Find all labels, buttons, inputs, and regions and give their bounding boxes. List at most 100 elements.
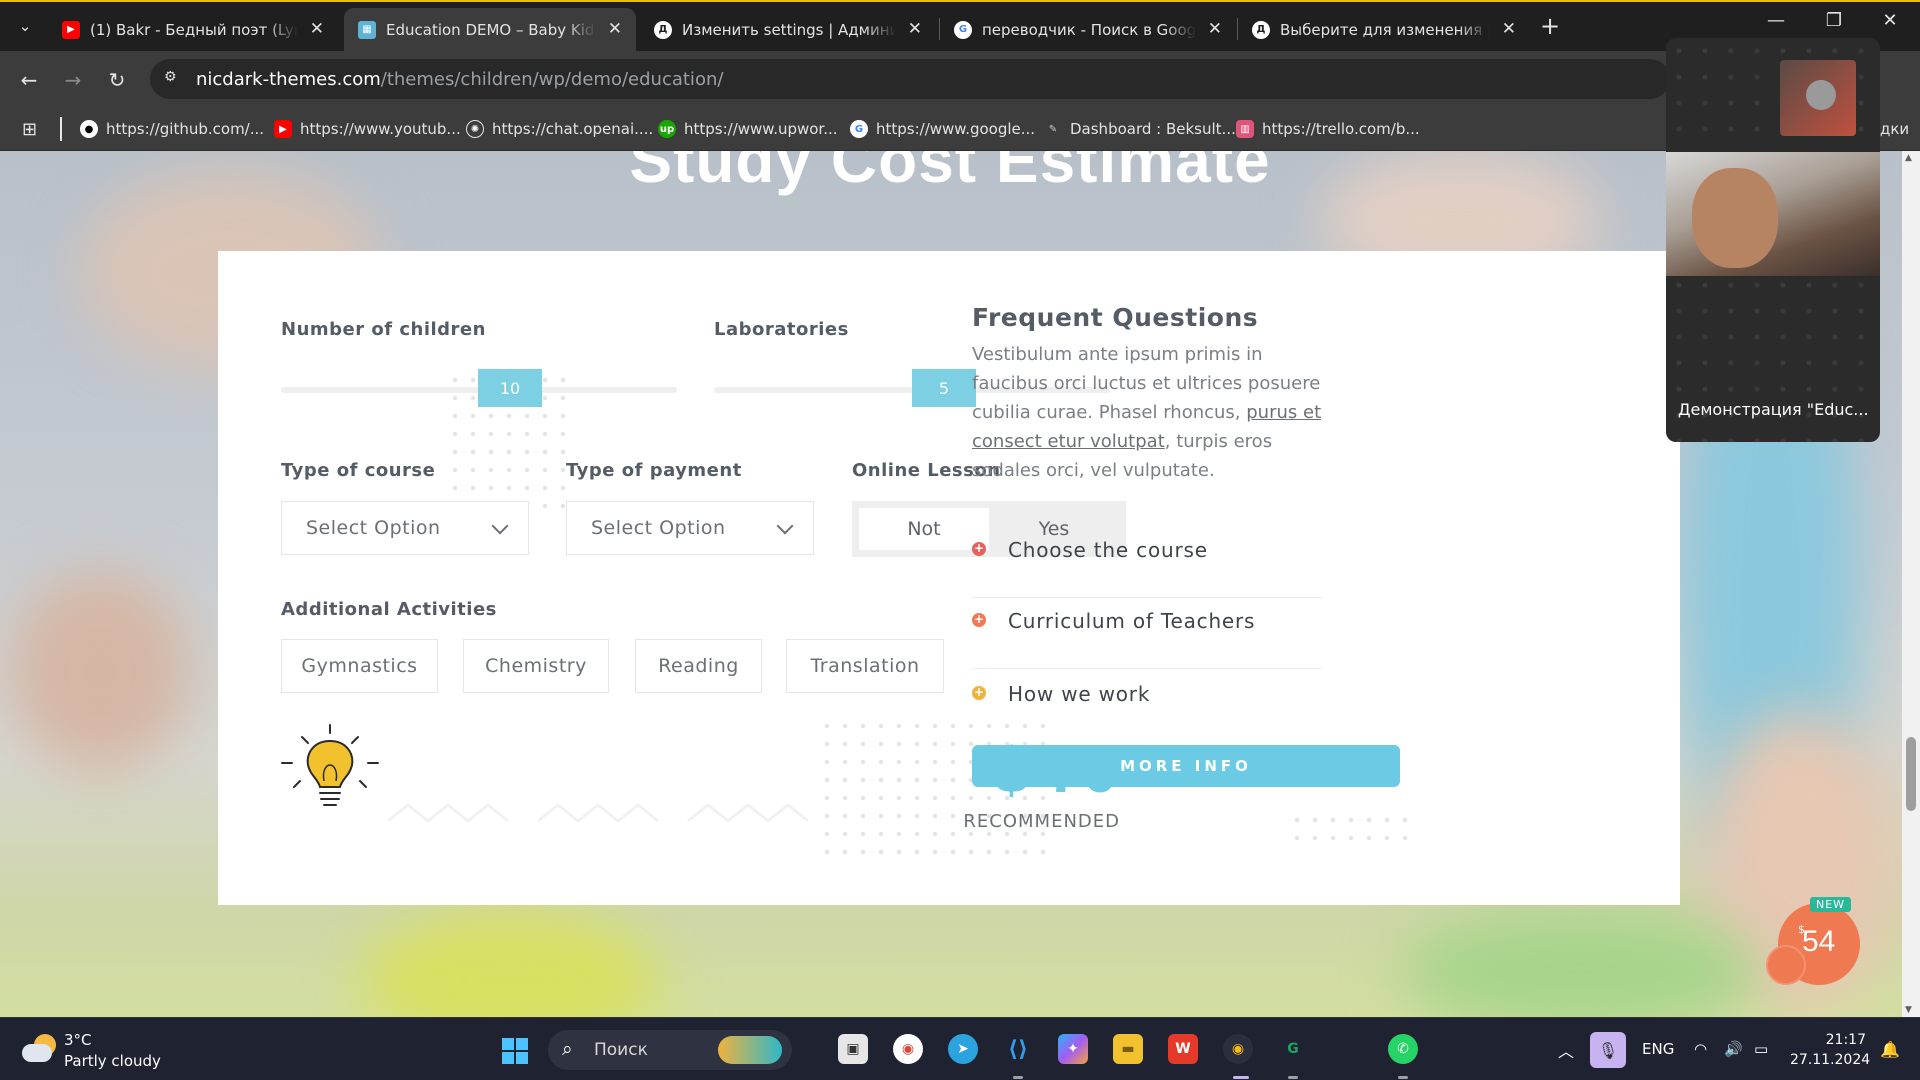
copilot-icon[interactable]: ✦ — [1058, 1034, 1088, 1064]
weather-desc[interactable]: Partly cloudy — [64, 1052, 161, 1070]
bubble-decoration — [1766, 945, 1806, 985]
notification-bell-icon[interactable]: 🔔 — [1880, 1040, 1900, 1059]
scroll-down-icon[interactable]: ▼ — [1905, 1005, 1912, 1015]
bookmark-github[interactable]: ● https://github.com/... — [80, 118, 264, 140]
zigzag-decoration — [388, 803, 808, 823]
bookmark-overflow[interactable]: дки — [1880, 118, 1909, 140]
faq-item-choose-course[interactable]: + Choose the course — [972, 538, 1322, 598]
whatsapp-icon[interactable]: ✆ — [1388, 1034, 1418, 1064]
laboratories-slider-handle[interactable]: 5 — [912, 369, 976, 407]
faq-item-how-we-work[interactable]: + How we work — [972, 682, 1322, 742]
bookmark-dashboard[interactable]: ✎ Dashboard : Beksult... — [1044, 118, 1236, 140]
restore-button[interactable]: ❐ — [1814, 10, 1854, 31]
scroll-up-icon[interactable]: ▲ — [1905, 153, 1912, 163]
language-indicator[interactable]: ENG — [1642, 1040, 1674, 1058]
chevron-down-icon — [776, 517, 794, 535]
grammarly-icon[interactable]: G — [1278, 1034, 1308, 1064]
faq-item-curriculum[interactable]: + Curriculum of Teachers — [972, 609, 1322, 669]
payment-type-select[interactable]: Select Option — [566, 501, 814, 555]
vscode-icon[interactable]: ⟨⟩ — [1003, 1034, 1033, 1064]
site-info-icon[interactable]: ⚙ — [164, 69, 186, 89]
close-tab-icon[interactable]: ✕ — [1502, 19, 1516, 39]
participant-video — [1666, 152, 1880, 276]
close-tab-icon[interactable]: ✕ — [1208, 19, 1222, 39]
online-option-not[interactable]: Not — [859, 508, 989, 550]
activity-gymnastics[interactable]: Gymnastics — [281, 639, 438, 693]
badge-count: 54 — [1802, 925, 1836, 958]
avatar — [1806, 80, 1836, 110]
wifi-icon[interactable]: ◠ — [1694, 1040, 1707, 1058]
dashboard-icon: ✎ — [1044, 120, 1062, 138]
forward-button[interactable]: → — [58, 65, 88, 95]
participant-thumbnail[interactable] — [1780, 60, 1856, 136]
screen-share-label: Демонстрация "Educ... — [1678, 400, 1869, 419]
tab-search-button[interactable]: ⌄ — [8, 10, 42, 42]
task-view-icon[interactable]: ▣ — [838, 1034, 868, 1064]
trello-icon: ▥ — [1236, 120, 1254, 138]
telegram-icon[interactable]: ➤ — [948, 1034, 978, 1064]
cart-badge[interactable]: NEW $ 54 — [1766, 897, 1860, 985]
taskbar-search[interactable]: ⌕ Поиск — [548, 1030, 792, 1070]
new-tab-button[interactable]: + — [1540, 12, 1560, 40]
browser-toolbar: ← → ↻ ⚙ nicdark-themes.com/themes/childr… — [0, 51, 1920, 107]
children-slider-handle[interactable]: 10 — [478, 369, 542, 407]
chrome-icon[interactable]: ◉ — [893, 1034, 923, 1064]
new-tag: NEW — [1810, 897, 1852, 912]
bookmark-openai[interactable]: ✺ https://chat.openai.... — [466, 118, 653, 140]
activities-label: Additional Activities — [281, 599, 497, 620]
plus-icon: + — [972, 612, 986, 627]
lightbulb-icon — [281, 724, 379, 806]
weather-icon[interactable] — [22, 1032, 56, 1066]
tab-strip: ⌄ ▶ (1) Bakr - Бедный поэт (Lyric Vi ✕ ▦… — [0, 0, 1920, 51]
close-tab-icon[interactable]: ✕ — [908, 19, 922, 39]
tab-google-translate[interactable]: G переводчик - Поиск в Google ✕ — [940, 8, 1236, 51]
search-icon: ⌕ — [562, 1038, 573, 1060]
google-icon: G — [850, 120, 868, 138]
page-viewport: Study Cost Estimate Number of children 1… — [0, 151, 1920, 1017]
clock[interactable]: 21:17 27.11.2024 — [1790, 1030, 1870, 1070]
back-button[interactable]: ← — [14, 65, 44, 95]
url-path: /themes/children/wp/demo/education/ — [380, 69, 724, 90]
activity-chemistry[interactable]: Chemistry — [463, 639, 609, 693]
wps-icon[interactable]: W — [1168, 1034, 1198, 1064]
plus-icon: + — [972, 541, 986, 556]
url-host: nicdark-themes.com — [196, 69, 381, 90]
bookmark-youtube[interactable]: ▶ https://www.youtub... — [274, 118, 461, 140]
payment-type-label: Type of payment — [566, 460, 742, 481]
video-call-overlay[interactable]: Демонстрация "Educ... — [1666, 38, 1880, 442]
address-bar[interactable]: ⚙ nicdark-themes.com/themes/children/wp/… — [150, 59, 1670, 99]
close-tab-icon[interactable]: ✕ — [310, 19, 324, 39]
children-label: Number of children — [281, 319, 486, 340]
close-window-button[interactable]: ✕ — [1870, 10, 1910, 31]
weather-temp[interactable]: 3°C — [64, 1031, 92, 1049]
microphone-icon[interactable]: 🎙 — [1590, 1032, 1626, 1068]
volume-icon[interactable]: 🔊 — [1724, 1040, 1743, 1058]
tab-django-change[interactable]: Д Выберите для изменения | Ад ✕ — [1238, 8, 1530, 51]
tab-education-demo[interactable]: ▦ Education DEMO – Baby Kids Pr ✕ — [344, 8, 636, 51]
plus-icon: + — [972, 685, 986, 700]
activity-reading[interactable]: Reading — [635, 639, 762, 693]
file-explorer-icon[interactable]: ▬ — [1113, 1034, 1143, 1064]
activity-translation[interactable]: Translation — [786, 639, 944, 693]
apps-grid-icon[interactable]: ⊞ — [22, 119, 42, 140]
tab-django-settings[interactable]: Д Изменить settings | Администр ✕ — [640, 8, 936, 51]
reload-button[interactable]: ↻ — [102, 65, 132, 95]
price-note: RECOMMENDED — [963, 811, 1120, 832]
start-button[interactable] — [502, 1038, 528, 1064]
bookmark-trello[interactable]: ▥ https://trello.com/b... — [1236, 118, 1420, 140]
tab-youtube[interactable]: ▶ (1) Bakr - Бедный поэт (Lyric Vi ✕ — [48, 8, 338, 51]
chrome-profile-icon[interactable]: ◉ — [1223, 1034, 1253, 1064]
faq-description: Vestibulum ante ipsum primis in faucibus… — [972, 344, 1322, 481]
github-icon: ● — [80, 120, 98, 138]
minimize-button[interactable]: — — [1756, 10, 1796, 31]
battery-icon[interactable]: ▭ — [1754, 1040, 1768, 1058]
bookmark-google[interactable]: Ghttps://www.google... — [850, 118, 1035, 140]
course-type-select[interactable]: Select Option — [281, 501, 529, 555]
more-info-button[interactable]: MORE INFO — [972, 745, 1400, 787]
bookmark-upwork[interactable]: up https://www.upwor... — [658, 118, 838, 140]
scrollbar-thumb[interactable] — [1906, 737, 1916, 811]
page-scrollbar[interactable]: ▲ ▼ — [1902, 151, 1920, 1017]
chevron-down-icon — [491, 517, 509, 535]
close-tab-icon[interactable]: ✕ — [608, 19, 622, 39]
chevron-up-icon[interactable]: ︿ — [1558, 1038, 1574, 1062]
